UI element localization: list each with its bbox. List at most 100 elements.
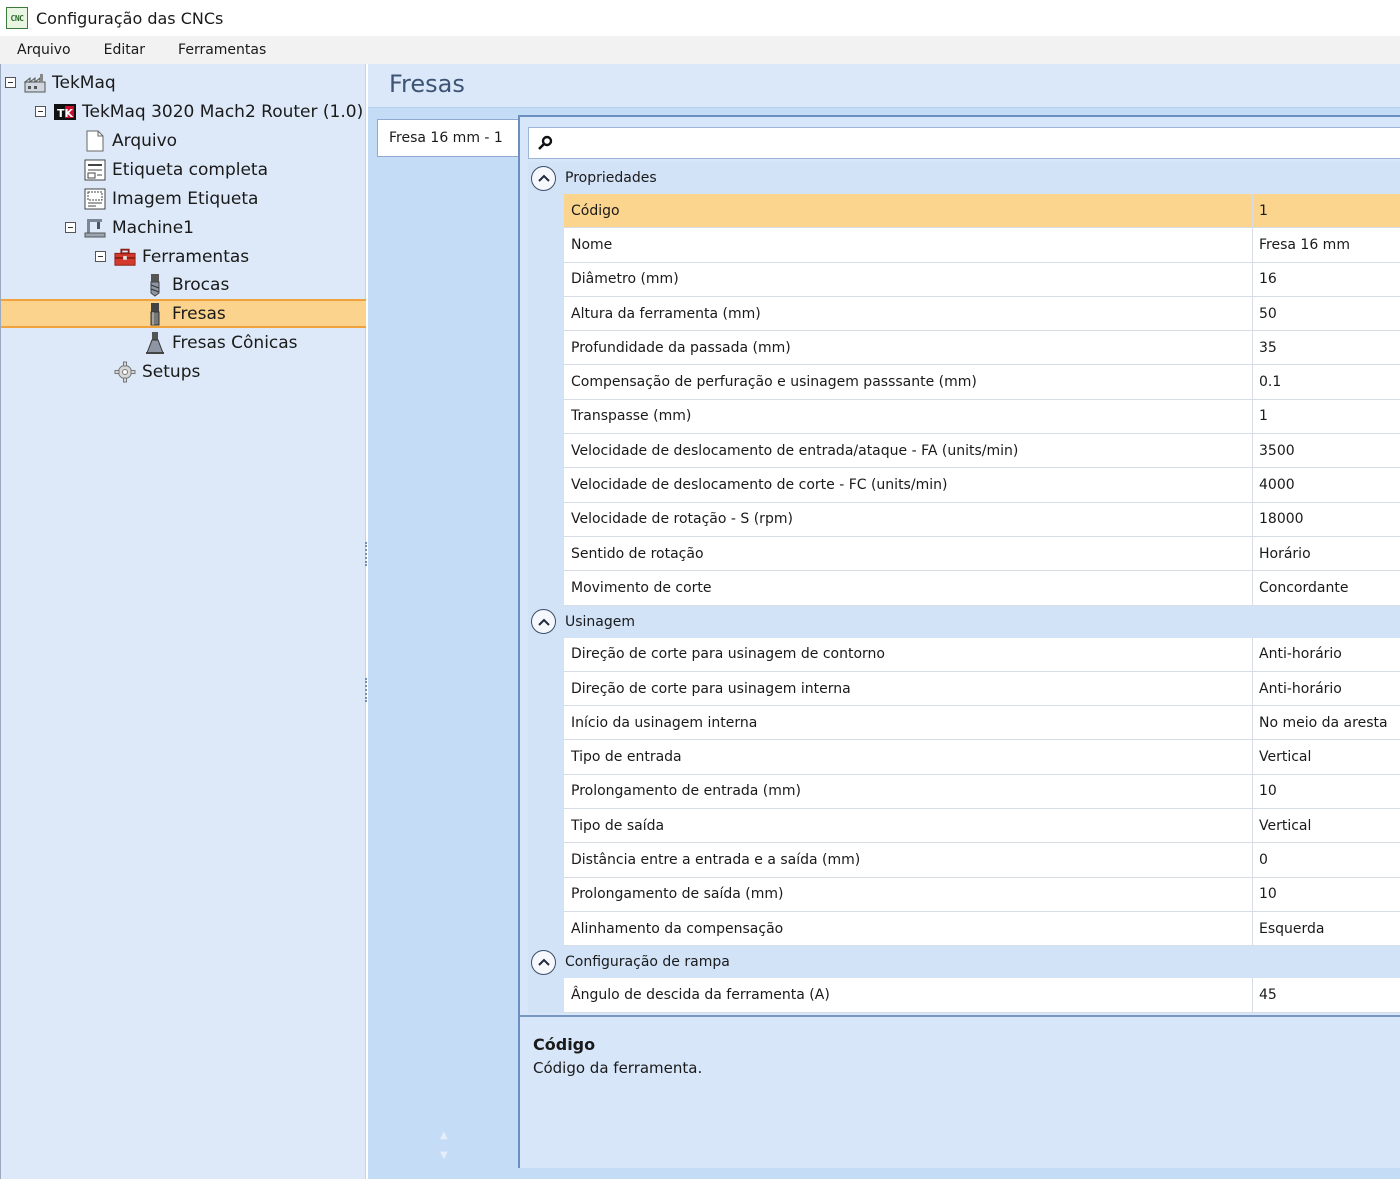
collapse-toggle-icon[interactable]: [35, 106, 46, 117]
tree-item-imagem-etiqueta[interactable]: Imagem Etiqueta: [1, 184, 366, 213]
property-row[interactable]: Compensação de perfuração e usinagem pas…: [528, 365, 1400, 400]
property-name[interactable]: Profundidade da passada (mm): [564, 331, 1253, 366]
property-row[interactable]: Prolongamento de saída (mm) 10: [528, 877, 1400, 912]
collapse-toggle-icon[interactable]: [5, 77, 16, 88]
property-name[interactable]: Compensação de perfuração e usinagem pas…: [564, 365, 1253, 400]
tree-item-fresas-c-nicas[interactable]: Fresas Cônicas: [1, 328, 366, 357]
menu-arquivo[interactable]: Arquivo: [0, 42, 87, 58]
tree-item-machine1[interactable]: Machine1: [1, 213, 366, 242]
collapse-toggle-icon[interactable]: [95, 251, 106, 262]
property-row[interactable]: Prolongamento de entrada (mm) 10: [528, 774, 1400, 810]
property-name[interactable]: Início da usinagem interna: [564, 706, 1253, 741]
label-image-icon: [84, 188, 106, 210]
property-value[interactable]: 45: [1253, 978, 1400, 1013]
property-name[interactable]: Prolongamento de entrada (mm): [564, 774, 1253, 810]
property-name[interactable]: Velocidade de deslocamento de corte - FC…: [564, 468, 1253, 503]
property-row[interactable]: Nome Fresa 16 mm: [528, 228, 1400, 263]
tree-item-etiqueta-completa[interactable]: Etiqueta completa: [1, 155, 366, 184]
property-row[interactable]: Transpasse (mm) 1: [528, 399, 1400, 435]
property-value[interactable]: No meio da aresta: [1253, 706, 1400, 741]
category-header[interactable]: Usinagem: [528, 605, 1400, 638]
property-name[interactable]: Ângulo de descida da ferramenta (A): [564, 978, 1253, 1013]
category-header[interactable]: Configuração de rampa: [528, 946, 1400, 979]
property-name[interactable]: Velocidade de rotação - S (rpm): [564, 502, 1253, 537]
property-name[interactable]: Altura da ferramenta (mm): [564, 296, 1253, 332]
property-name[interactable]: Transpasse (mm): [564, 399, 1253, 435]
property-value[interactable]: 0: [1253, 843, 1400, 878]
property-row[interactable]: Diâmetro (mm) 16: [528, 262, 1400, 297]
property-value[interactable]: 16: [1253, 262, 1400, 297]
property-value[interactable]: 3500: [1253, 434, 1400, 469]
property-name[interactable]: Sentido de rotação: [564, 536, 1253, 572]
property-value[interactable]: Esquerda: [1253, 911, 1400, 947]
menu-ferramentas[interactable]: Ferramentas: [161, 42, 282, 58]
property-name[interactable]: Velocidade de deslocamento de entrada/at…: [564, 434, 1253, 469]
property-value[interactable]: 50: [1253, 296, 1400, 332]
property-row[interactable]: Movimento de corte Concordante: [528, 571, 1400, 606]
tree-item-label: Imagem Etiqueta: [112, 188, 259, 209]
scroll-down-icon[interactable]: ▼: [440, 1146, 448, 1166]
tab-scroll-arrows[interactable]: ▲ ▼: [440, 1126, 448, 1166]
property-name[interactable]: Código: [564, 194, 1253, 229]
property-value[interactable]: 10: [1253, 774, 1400, 810]
property-row[interactable]: Direção de corte para usinagem interna An…: [528, 671, 1400, 707]
property-row[interactable]: Tipo de entrada Vertical: [528, 740, 1400, 775]
tree-item-tekmaq-3020-mach2-router-1-0-[interactable]: TK TekMaq 3020 Mach2 Router (1.0): [1, 97, 366, 126]
property-value[interactable]: 10: [1253, 877, 1400, 912]
menu-editar[interactable]: Editar: [87, 42, 161, 58]
property-value[interactable]: 0.1: [1253, 365, 1400, 400]
property-value[interactable]: 4000: [1253, 468, 1400, 503]
property-name[interactable]: Alinhamento da compensação: [564, 911, 1253, 947]
property-row[interactable]: Alinhamento da compensação Esquerda: [528, 911, 1400, 947]
tree-item-brocas[interactable]: Brocas: [1, 270, 366, 299]
tree-item-ferramentas[interactable]: Ferramentas: [1, 242, 366, 271]
property-name[interactable]: Tipo de entrada: [564, 740, 1253, 775]
property-value[interactable]: Horário: [1253, 536, 1400, 572]
property-name[interactable]: Movimento de corte: [564, 571, 1253, 606]
tab-fresa-16mm[interactable]: Fresa 16 mm - 1: [377, 119, 520, 157]
svg-text:TK: TK: [57, 107, 74, 120]
category-header[interactable]: Propriedades: [528, 162, 1400, 194]
property-name[interactable]: Prolongamento de saída (mm): [564, 877, 1253, 912]
property-row[interactable]: Altura da ferramenta (mm) 50: [528, 296, 1400, 332]
property-row[interactable]: Direção de corte para usinagem de contor…: [528, 637, 1400, 672]
search-input[interactable]: [528, 127, 1400, 159]
property-name[interactable]: Nome: [564, 228, 1253, 263]
property-name[interactable]: Direção de corte para usinagem de contor…: [564, 637, 1253, 672]
property-value[interactable]: 18000: [1253, 502, 1400, 537]
property-row[interactable]: Início da usinagem interna No meio da are…: [528, 706, 1400, 741]
property-name[interactable]: Tipo de saída: [564, 809, 1253, 844]
tree-item-setups[interactable]: Setups: [1, 357, 366, 386]
collapse-chevron-icon[interactable]: [531, 609, 556, 635]
property-row[interactable]: Ângulo de descida da ferramenta (A) 45: [528, 978, 1400, 1013]
property-row[interactable]: Profundidade da passada (mm) 35: [528, 331, 1400, 366]
collapse-toggle-icon[interactable]: [65, 222, 76, 233]
property-name[interactable]: Diâmetro (mm): [564, 262, 1253, 297]
property-row[interactable]: Velocidade de deslocamento de corte - FC…: [528, 468, 1400, 503]
property-row[interactable]: Código 1: [528, 194, 1400, 229]
collapse-chevron-icon[interactable]: [531, 165, 556, 191]
property-value[interactable]: Vertical: [1253, 740, 1400, 775]
conical-mill-icon: [144, 331, 166, 354]
property-row[interactable]: Velocidade de rotação - S (rpm) 18000: [528, 502, 1400, 537]
property-value[interactable]: Fresa 16 mm: [1253, 228, 1400, 263]
tree-item-fresas[interactable]: Fresas: [1, 299, 366, 328]
property-value[interactable]: 1: [1253, 194, 1400, 229]
tree-item-label: TekMaq: [52, 72, 116, 93]
tree-item-tekmaq[interactable]: TekMaq: [1, 68, 366, 97]
property-name[interactable]: Direção de corte para usinagem interna: [564, 671, 1253, 707]
property-name[interactable]: Distância entre a entrada e a saída (mm): [564, 843, 1253, 878]
scroll-up-icon[interactable]: ▲: [440, 1126, 448, 1146]
property-row[interactable]: Tipo de saída Vertical: [528, 809, 1400, 844]
tree-item-arquivo[interactable]: Arquivo: [1, 126, 366, 155]
property-value[interactable]: Vertical: [1253, 809, 1400, 844]
property-value[interactable]: Concordante: [1253, 571, 1400, 606]
property-value[interactable]: Anti-horário: [1253, 671, 1400, 707]
property-value[interactable]: 35: [1253, 331, 1400, 366]
collapse-chevron-icon[interactable]: [531, 949, 556, 975]
property-value[interactable]: 1: [1253, 399, 1400, 435]
property-row[interactable]: Velocidade de deslocamento de entrada/at…: [528, 434, 1400, 469]
property-row[interactable]: Sentido de rotação Horário: [528, 536, 1400, 572]
property-value[interactable]: Anti-horário: [1253, 637, 1400, 672]
property-row[interactable]: Distância entre a entrada e a saída (mm)…: [528, 843, 1400, 878]
